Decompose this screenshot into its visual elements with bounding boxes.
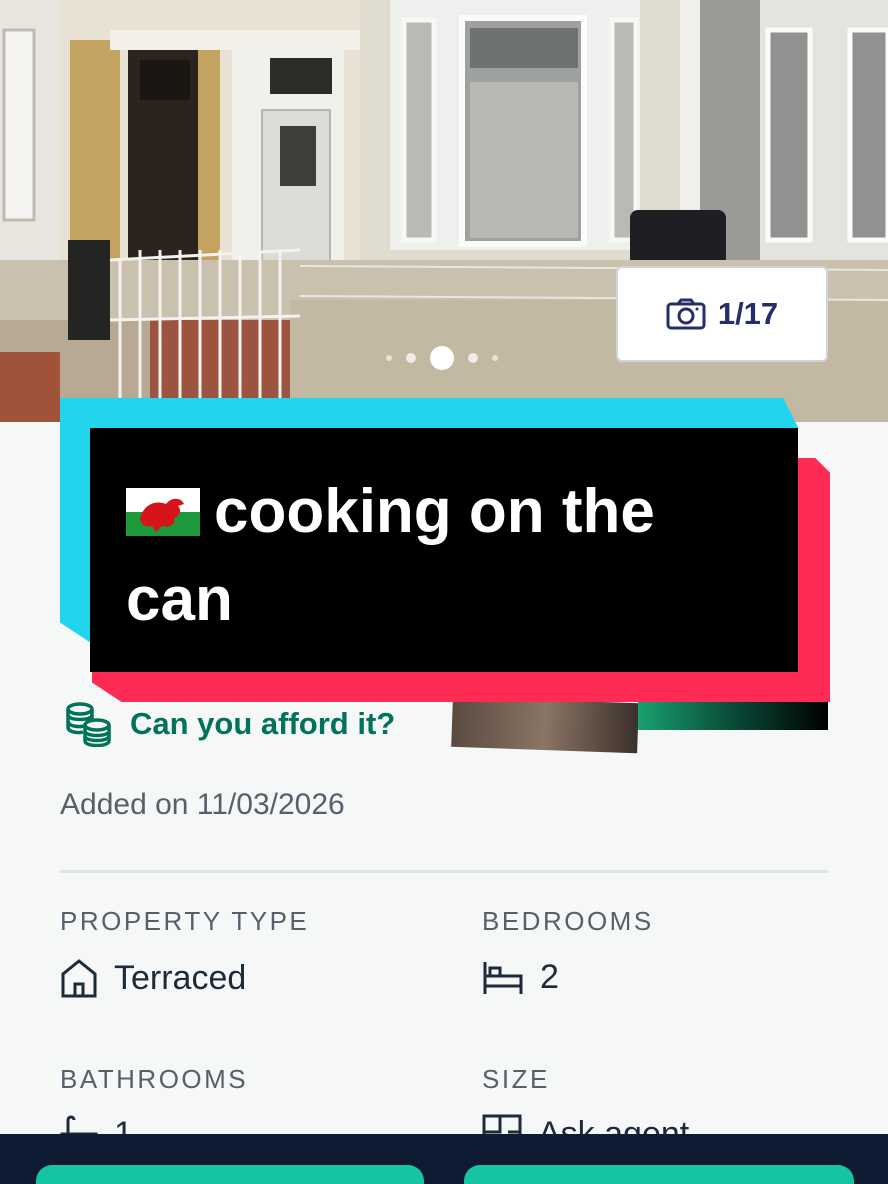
property-type-label: PROPERTY TYPE (60, 906, 310, 936)
video-overlay-strip (638, 700, 828, 730)
house-icon (61, 959, 97, 998)
bedrooms-value: 2 (482, 958, 559, 997)
property-type-value: Terraced (60, 958, 246, 998)
photo-counter-text: 1/17 (717, 296, 779, 331)
photo-counter-button[interactable]: 1/17 (616, 266, 828, 362)
afford-link[interactable]: Can you afford it? (64, 700, 395, 748)
afford-link-label: Can you afford it? (130, 706, 396, 741)
bedrooms-label: BEDROOMS (482, 906, 654, 936)
gallery-dot (468, 353, 478, 363)
property-photo[interactable]: 1/17 (0, 0, 888, 422)
bed-icon (483, 961, 523, 994)
gallery-dot (492, 355, 498, 361)
added-on-date: Added on 11/03/2026 (60, 788, 345, 821)
video-caption: cooking on the can (60, 398, 830, 702)
primary-action-button[interactable] (36, 1165, 424, 1184)
bedrooms-text: 2 (540, 958, 559, 996)
bathrooms-label: BATHROOMS (60, 1064, 249, 1094)
wales-flag-icon (126, 488, 200, 536)
coins-icon (66, 702, 111, 747)
caption-text-block: cooking on the can (126, 468, 746, 644)
divider (60, 870, 828, 873)
caption-text: cooking on the can (126, 477, 655, 634)
property-type-text: Terraced (114, 958, 247, 997)
video-overlay-thumbnail (451, 696, 639, 754)
secondary-action-button[interactable] (464, 1165, 854, 1184)
gallery-dot (386, 355, 392, 361)
camera-icon (666, 298, 706, 330)
gallery-dot (406, 353, 416, 363)
size-label: SIZE (482, 1064, 550, 1094)
gallery-dot-active (430, 346, 454, 370)
